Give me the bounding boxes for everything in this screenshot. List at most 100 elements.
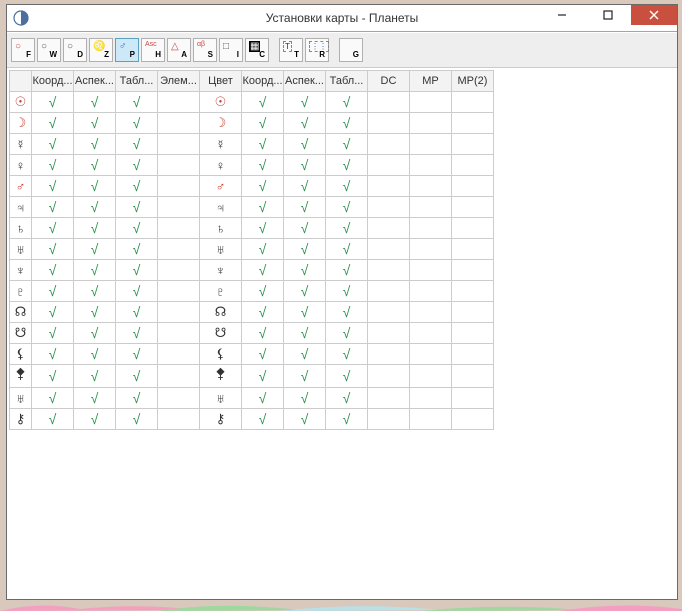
- cell-checked[interactable]: √: [284, 113, 326, 134]
- cell-checked[interactable]: √: [116, 134, 158, 155]
- cell-checked[interactable]: √: [116, 218, 158, 239]
- cell-checked[interactable]: √: [116, 92, 158, 113]
- cell-checked[interactable]: √: [242, 260, 284, 281]
- cell-empty[interactable]: [158, 92, 200, 113]
- tool-s[interactable]: αβS: [193, 38, 217, 62]
- tool-z[interactable]: ♌Z: [89, 38, 113, 62]
- column-header[interactable]: Табл...: [116, 71, 158, 92]
- cell-checked[interactable]: √: [242, 365, 284, 388]
- planet-symbol-color[interactable]: ⚸: [200, 344, 242, 365]
- cell-empty[interactable]: [410, 302, 452, 323]
- column-header[interactable]: MP: [410, 71, 452, 92]
- cell-empty[interactable]: [158, 260, 200, 281]
- cell-empty[interactable]: [452, 260, 494, 281]
- cell-checked[interactable]: √: [242, 409, 284, 430]
- cell-checked[interactable]: √: [284, 92, 326, 113]
- planet-symbol-left[interactable]: ♄: [10, 218, 32, 239]
- cell-checked[interactable]: √: [32, 113, 74, 134]
- cell-checked[interactable]: √: [326, 176, 368, 197]
- tool-t[interactable]: TT: [279, 38, 303, 62]
- cell-empty[interactable]: [452, 134, 494, 155]
- cell-empty[interactable]: [410, 323, 452, 344]
- planet-symbol-color[interactable]: ♇: [200, 281, 242, 302]
- cell-checked[interactable]: √: [74, 155, 116, 176]
- planet-symbol-color[interactable]: ☊: [200, 302, 242, 323]
- cell-checked[interactable]: √: [284, 323, 326, 344]
- cell-checked[interactable]: √: [284, 344, 326, 365]
- cell-empty[interactable]: [452, 239, 494, 260]
- planet-symbol-left[interactable]: ☋: [10, 323, 32, 344]
- cell-checked[interactable]: √: [284, 302, 326, 323]
- cell-empty[interactable]: [368, 176, 410, 197]
- cell-empty[interactable]: [158, 365, 200, 388]
- cell-checked[interactable]: √: [116, 239, 158, 260]
- cell-checked[interactable]: √: [116, 365, 158, 388]
- cell-checked[interactable]: √: [284, 134, 326, 155]
- planet-symbol-color[interactable]: ♄: [200, 218, 242, 239]
- cell-checked[interactable]: √: [242, 388, 284, 409]
- cell-empty[interactable]: [452, 92, 494, 113]
- cell-empty[interactable]: [410, 113, 452, 134]
- cell-checked[interactable]: √: [326, 281, 368, 302]
- column-header[interactable]: Элем...: [158, 71, 200, 92]
- cell-checked[interactable]: √: [74, 365, 116, 388]
- tool-h[interactable]: AscH: [141, 38, 165, 62]
- cell-empty[interactable]: [410, 218, 452, 239]
- column-header[interactable]: Аспек...: [74, 71, 116, 92]
- cell-checked[interactable]: √: [74, 197, 116, 218]
- cell-empty[interactable]: [158, 239, 200, 260]
- planet-symbol-left[interactable]: ⚷: [10, 409, 32, 430]
- cell-empty[interactable]: [368, 155, 410, 176]
- maximize-button[interactable]: [585, 5, 631, 25]
- cell-empty[interactable]: [158, 113, 200, 134]
- cell-checked[interactable]: √: [284, 365, 326, 388]
- tool-c[interactable]: ▦C: [245, 38, 269, 62]
- cell-checked[interactable]: √: [284, 155, 326, 176]
- cell-checked[interactable]: √: [32, 260, 74, 281]
- cell-empty[interactable]: [410, 409, 452, 430]
- cell-checked[interactable]: √: [326, 218, 368, 239]
- cell-empty[interactable]: [158, 323, 200, 344]
- cell-checked[interactable]: √: [116, 409, 158, 430]
- planet-symbol-left[interactable]: ☽: [10, 113, 32, 134]
- cell-empty[interactable]: [410, 344, 452, 365]
- cell-checked[interactable]: √: [326, 409, 368, 430]
- cell-checked[interactable]: √: [32, 134, 74, 155]
- planet-symbol-color[interactable]: ♀: [200, 155, 242, 176]
- planet-symbol-color[interactable]: ☉: [200, 92, 242, 113]
- cell-checked[interactable]: √: [242, 176, 284, 197]
- cell-checked[interactable]: √: [74, 92, 116, 113]
- cell-empty[interactable]: [368, 92, 410, 113]
- cell-checked[interactable]: √: [116, 344, 158, 365]
- cell-checked[interactable]: √: [32, 365, 74, 388]
- cell-checked[interactable]: √: [74, 218, 116, 239]
- cell-empty[interactable]: [158, 281, 200, 302]
- cell-checked[interactable]: √: [116, 281, 158, 302]
- cell-empty[interactable]: [368, 344, 410, 365]
- cell-checked[interactable]: √: [242, 155, 284, 176]
- planet-symbol-color[interactable]: ☋: [200, 323, 242, 344]
- cell-checked[interactable]: √: [284, 239, 326, 260]
- tool-d[interactable]: ○D: [63, 38, 87, 62]
- cell-empty[interactable]: [368, 281, 410, 302]
- minimize-button[interactable]: [539, 5, 585, 25]
- cell-empty[interactable]: [368, 365, 410, 388]
- cell-empty[interactable]: [452, 344, 494, 365]
- planet-symbol-color[interactable]: ♆: [200, 260, 242, 281]
- planet-symbol-left[interactable]: ♀: [10, 155, 32, 176]
- column-header[interactable]: MP(2): [452, 71, 494, 92]
- planet-symbol-color[interactable]: ♅: [200, 239, 242, 260]
- column-header[interactable]: DC: [368, 71, 410, 92]
- cell-empty[interactable]: [410, 155, 452, 176]
- cell-checked[interactable]: √: [242, 281, 284, 302]
- column-header[interactable]: Табл...: [326, 71, 368, 92]
- cell-empty[interactable]: [368, 409, 410, 430]
- cell-empty[interactable]: [410, 281, 452, 302]
- cell-empty[interactable]: [452, 176, 494, 197]
- close-button[interactable]: [631, 5, 677, 25]
- cell-checked[interactable]: √: [74, 134, 116, 155]
- cell-checked[interactable]: √: [116, 302, 158, 323]
- cell-checked[interactable]: √: [74, 409, 116, 430]
- planet-symbol-left[interactable]: ☉: [10, 92, 32, 113]
- tool-p[interactable]: ♂P: [115, 38, 139, 62]
